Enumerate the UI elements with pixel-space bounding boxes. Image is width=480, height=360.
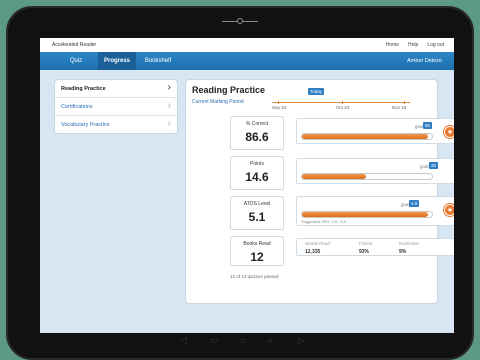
percent-correct-progress: goal 85 ★	[296, 118, 454, 144]
sidebar: Reading Practice › Certifications › Voca…	[54, 79, 178, 134]
home-icon[interactable]: ⌂	[240, 335, 245, 345]
home-link[interactable]: Home	[386, 42, 399, 48]
metric-value: 86.6	[245, 130, 269, 144]
main-panel: Reading Practice Current Marking Period …	[185, 79, 454, 304]
tab-progress[interactable]: Progress	[98, 52, 136, 70]
top-bar: Accelerated Reader Home Help Log out	[40, 38, 454, 52]
metric-label: Points	[250, 161, 264, 167]
metric-value: 14.6	[245, 170, 269, 184]
tab-quiz[interactable]: Quiz	[60, 52, 92, 70]
progress-fill	[302, 134, 429, 139]
marking-period-label[interactable]: Current Marking Period	[192, 99, 244, 105]
atos-level-card: ATOS Level 5.1	[230, 196, 284, 230]
logout-link[interactable]: Log out	[427, 42, 444, 48]
percent-correct-card: % Correct 86.6	[230, 116, 284, 150]
metric-value: 5.1	[248, 210, 266, 224]
metric-label: Books Read	[243, 241, 271, 247]
progress-track	[301, 133, 433, 140]
timeline-date: Nov 15	[392, 105, 407, 110]
chevron-right-icon: ›	[167, 118, 171, 129]
camera	[222, 18, 258, 24]
progress-fill	[302, 212, 429, 217]
points-progress: goal 30	[296, 158, 454, 184]
sidebar-item-certifications[interactable]: Certifications ›	[55, 98, 177, 116]
top-links: Home Help Log out	[386, 42, 444, 48]
atos-level-progress: goal 4.8 ★ Suggested ZPD: 3.5 - 5.5	[296, 196, 454, 226]
progress-track	[301, 173, 433, 180]
timeline-date: Sep 24	[272, 105, 287, 110]
metric-label: ATOS Level	[243, 201, 271, 207]
windows-icon[interactable]: ▭	[210, 335, 219, 346]
page-title: Reading Practice	[192, 85, 266, 95]
nav-bar: Quiz Progress Bookshelf Amber Delezo	[40, 52, 454, 70]
tab-bookshelf[interactable]: Bookshelf	[138, 52, 178, 70]
fiction-label: Fiction	[359, 241, 373, 246]
metric-label: % Correct	[245, 121, 269, 127]
help-link[interactable]: Help	[408, 42, 418, 48]
points-card: Points 14.6	[230, 156, 284, 190]
sidebar-item-reading-practice[interactable]: Reading Practice ›	[55, 80, 177, 98]
words-read-value: 12,335	[305, 249, 321, 255]
metric-value: 12	[250, 250, 264, 264]
suggested-zpd: Suggested ZPD: 3.5 - 5.5	[301, 219, 347, 224]
sidebar-item-label: Vocabulary Practice	[61, 122, 110, 128]
back-icon[interactable]: ◁	[180, 335, 187, 346]
goal-badge: 30	[429, 162, 439, 169]
tablet-device: Accelerated Reader Home Help Log out Qui…	[0, 0, 480, 360]
nonfiction-label: Nonfiction	[399, 241, 420, 246]
today-marker: Today	[308, 88, 324, 95]
star-icon: ★	[444, 204, 454, 216]
app-title: Accelerated Reader	[52, 42, 97, 48]
words-read-label: Words Read	[305, 241, 330, 246]
sidebar-item-label: Reading Practice	[61, 86, 106, 92]
chevron-right-icon: ›	[167, 100, 171, 111]
marking-period-timeline: Today Sep 24 Oct 24 Nov 15	[272, 88, 410, 110]
search-icon[interactable]: ⌕	[268, 335, 273, 346]
fiction-value: 93%	[359, 249, 370, 255]
play-icon[interactable]: ▷	[298, 335, 305, 346]
app-screen: Accelerated Reader Home Help Log out Qui…	[40, 38, 454, 333]
quizzes-passed: 12 of 14 quizzes passed	[230, 274, 279, 279]
timeline-date: Oct 24	[336, 105, 350, 110]
progress-fill	[302, 174, 366, 179]
nonfiction-value: 9%	[399, 249, 407, 255]
goal-badge: 85	[423, 122, 433, 129]
device-nav-bar: ◁ ▭ ⌂ ⌕ ▷	[0, 335, 480, 351]
progress-track	[301, 211, 433, 218]
user-name[interactable]: Amber Delezo	[407, 58, 442, 64]
books-read-card: Books Read 12	[230, 236, 284, 266]
goal-label: goal	[420, 164, 429, 169]
reading-stats: Words Read 12,335 Fiction 93% Nonfiction…	[296, 238, 454, 256]
sidebar-item-label: Certifications	[61, 104, 93, 110]
goal-badge: 4.8	[409, 200, 420, 207]
sidebar-item-vocabulary-practice[interactable]: Vocabulary Practice ›	[55, 116, 177, 134]
star-icon: ★	[444, 126, 454, 138]
chevron-right-icon: ›	[167, 82, 171, 93]
